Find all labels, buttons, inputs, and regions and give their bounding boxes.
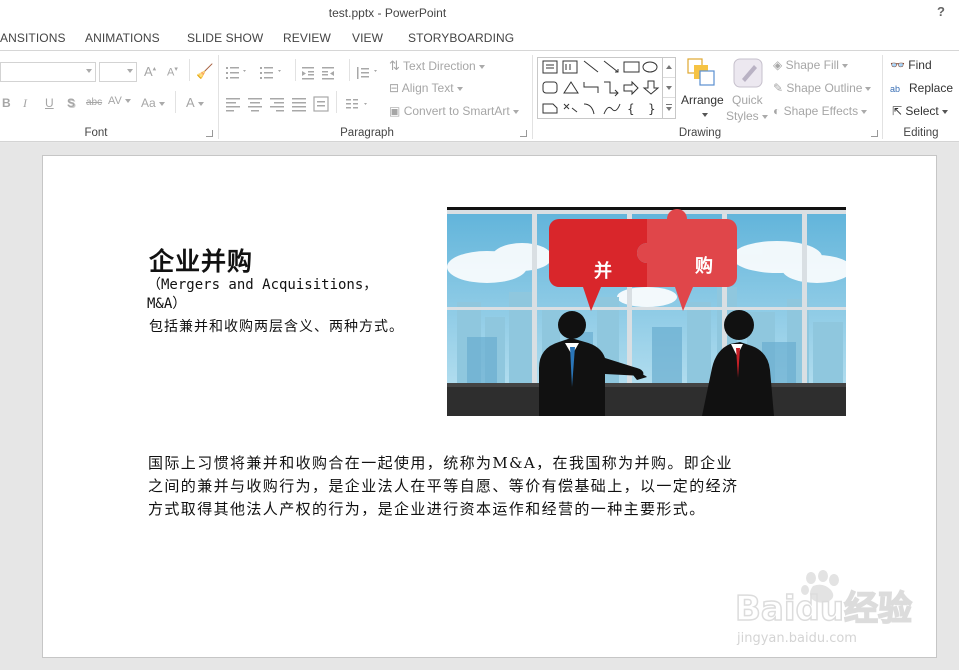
grow-font-icon[interactable]: A▴ bbox=[144, 64, 156, 79]
slide-body-text[interactable]: 国际上习惯将兼并和收购合在一起使用，统称为M&A，在我国称为并购。即企业之间的兼… bbox=[148, 452, 748, 521]
text-direction-label: Text Direction bbox=[403, 59, 476, 73]
baidu-watermark: Baidu经验 jingyan.baidu.com bbox=[734, 570, 935, 650]
font-color-button[interactable]: A bbox=[186, 95, 204, 110]
select-button[interactable]: ⇱ Select bbox=[892, 104, 948, 118]
bold-button[interactable]: B bbox=[2, 96, 11, 110]
shadow-button[interactable]: S bbox=[67, 96, 75, 110]
underline-button[interactable]: U bbox=[45, 96, 54, 110]
slide-title[interactable]: 企业并购 bbox=[149, 242, 253, 278]
shape-effects-label: Shape Effects bbox=[783, 104, 859, 118]
svg-text:}: } bbox=[648, 102, 656, 116]
shrink-font-icon[interactable]: A▾ bbox=[167, 65, 178, 79]
shape-fill-button[interactable]: ◈ Shape Fill bbox=[773, 58, 848, 72]
strikethrough-button[interactable]: abc bbox=[86, 97, 102, 108]
italic-button[interactable]: I bbox=[23, 96, 27, 111]
shape-outline-button[interactable]: ✎ Shape Outline bbox=[773, 81, 872, 95]
tab-animations[interactable]: ANIMATIONS bbox=[85, 31, 160, 45]
quick-styles-button[interactable]: Quick Styles bbox=[726, 57, 768, 127]
window-title: test.pptx - PowerPoint bbox=[328, 6, 447, 20]
find-label: Find bbox=[908, 58, 932, 72]
svg-text:{: { bbox=[627, 102, 635, 116]
replace-icon: ab bbox=[890, 84, 901, 94]
tab-view[interactable]: VIEW bbox=[352, 31, 383, 45]
title-bar: test.pptx - PowerPoint ? bbox=[0, 0, 959, 26]
help-button[interactable]: ? bbox=[937, 4, 945, 19]
change-case-button[interactable]: Aa bbox=[141, 96, 165, 110]
watermark-brand: Baidu经验 bbox=[735, 589, 912, 629]
replace-label: Replace bbox=[909, 81, 954, 95]
watermark-url: jingyan.baidu.com bbox=[736, 631, 857, 646]
convert-smartart-label: Convert to SmartArt bbox=[403, 104, 510, 118]
puzzle-piece-right-label: 购 bbox=[695, 255, 713, 277]
select-label: Select bbox=[905, 104, 939, 118]
slide-editing-area: 企业并购 （Mergers and Acquisitions，M&A） 包括兼并… bbox=[0, 143, 959, 670]
baidu-paw-logo: Baidu经验 jingyan.baidu.com bbox=[734, 570, 913, 646]
mergers-illustration[interactable]: 并 购 bbox=[447, 207, 846, 416]
font-name-combo[interactable] bbox=[0, 62, 96, 82]
paragraph-align-icons bbox=[226, 96, 367, 112]
arrange-icon bbox=[687, 58, 715, 86]
shape-fill-label: Shape Fill bbox=[785, 58, 839, 72]
tab-slide-show[interactable]: SLIDE SHOW bbox=[187, 31, 263, 45]
editing-group-label: Editing bbox=[903, 127, 939, 139]
shape-effects-button[interactable]: ◐ Shape Effects bbox=[773, 104, 868, 118]
quick-styles-icon bbox=[733, 58, 763, 88]
align-text-label: Align Text bbox=[401, 81, 454, 95]
quick-styles-label-2-text: Styles bbox=[726, 109, 759, 123]
text-direction-button[interactable]: ⇅ Text Direction bbox=[389, 58, 485, 74]
cursor-icon: ⇱ bbox=[892, 104, 903, 118]
tab-storyboarding[interactable]: STORYBOARDING bbox=[408, 31, 514, 45]
font-size-combo[interactable] bbox=[99, 62, 137, 82]
paragraph-group-label: Paragraph bbox=[340, 127, 394, 139]
tab-transitions[interactable]: ANSITIONS bbox=[0, 31, 66, 45]
paragraph-dialog-launcher[interactable] bbox=[520, 130, 527, 137]
drawing-group-label: Drawing bbox=[678, 127, 722, 139]
drawing-dialog-launcher[interactable] bbox=[871, 130, 878, 137]
paragraph-list-icons bbox=[226, 67, 377, 80]
font-dialog-launcher[interactable] bbox=[206, 130, 213, 137]
ribbon-tabs: ANSITIONS ANIMATIONS SLIDE SHOW REVIEW V… bbox=[0, 26, 959, 50]
change-case-label: Aa bbox=[141, 96, 156, 110]
font-color-label: A bbox=[186, 95, 195, 110]
font-group-label: Font bbox=[84, 127, 108, 139]
slide-subtitle-english[interactable]: （Mergers and Acquisitions，M&A） bbox=[147, 276, 397, 314]
character-spacing-button[interactable]: AV bbox=[108, 95, 131, 107]
quick-styles-label-1: Quick bbox=[732, 93, 763, 107]
shapes-gallery[interactable]: { } bbox=[537, 57, 663, 119]
find-button[interactable]: 👓 Find bbox=[890, 58, 932, 72]
tab-review[interactable]: REVIEW bbox=[283, 31, 331, 45]
ribbon: A▴ A▾ 🧹 B I U S abc AV Aa A Font ⇅ Text … bbox=[0, 50, 959, 142]
quick-styles-label-2: Styles bbox=[726, 109, 768, 123]
arrange-label: Arrange bbox=[681, 93, 724, 107]
convert-smartart-button[interactable]: ▣ Convert to SmartArt bbox=[389, 104, 519, 118]
shapes-gallery-scroll[interactable] bbox=[662, 57, 676, 119]
align-text-button[interactable]: ⊟ Align Text bbox=[389, 81, 463, 95]
character-spacing-label: AV bbox=[108, 95, 122, 107]
clear-formatting-icon[interactable]: 🧹 bbox=[196, 63, 213, 80]
puzzle-piece-left-label: 并 bbox=[594, 260, 612, 282]
slide-subtitle-chinese[interactable]: 包括兼并和收购两层含义、两种方式。 bbox=[149, 317, 409, 337]
binoculars-icon: 👓 bbox=[890, 58, 905, 72]
replace-button[interactable]: ab Replace bbox=[890, 81, 953, 95]
shape-outline-label: Shape Outline bbox=[786, 81, 863, 95]
arrange-button[interactable]: Arrange bbox=[681, 57, 724, 127]
